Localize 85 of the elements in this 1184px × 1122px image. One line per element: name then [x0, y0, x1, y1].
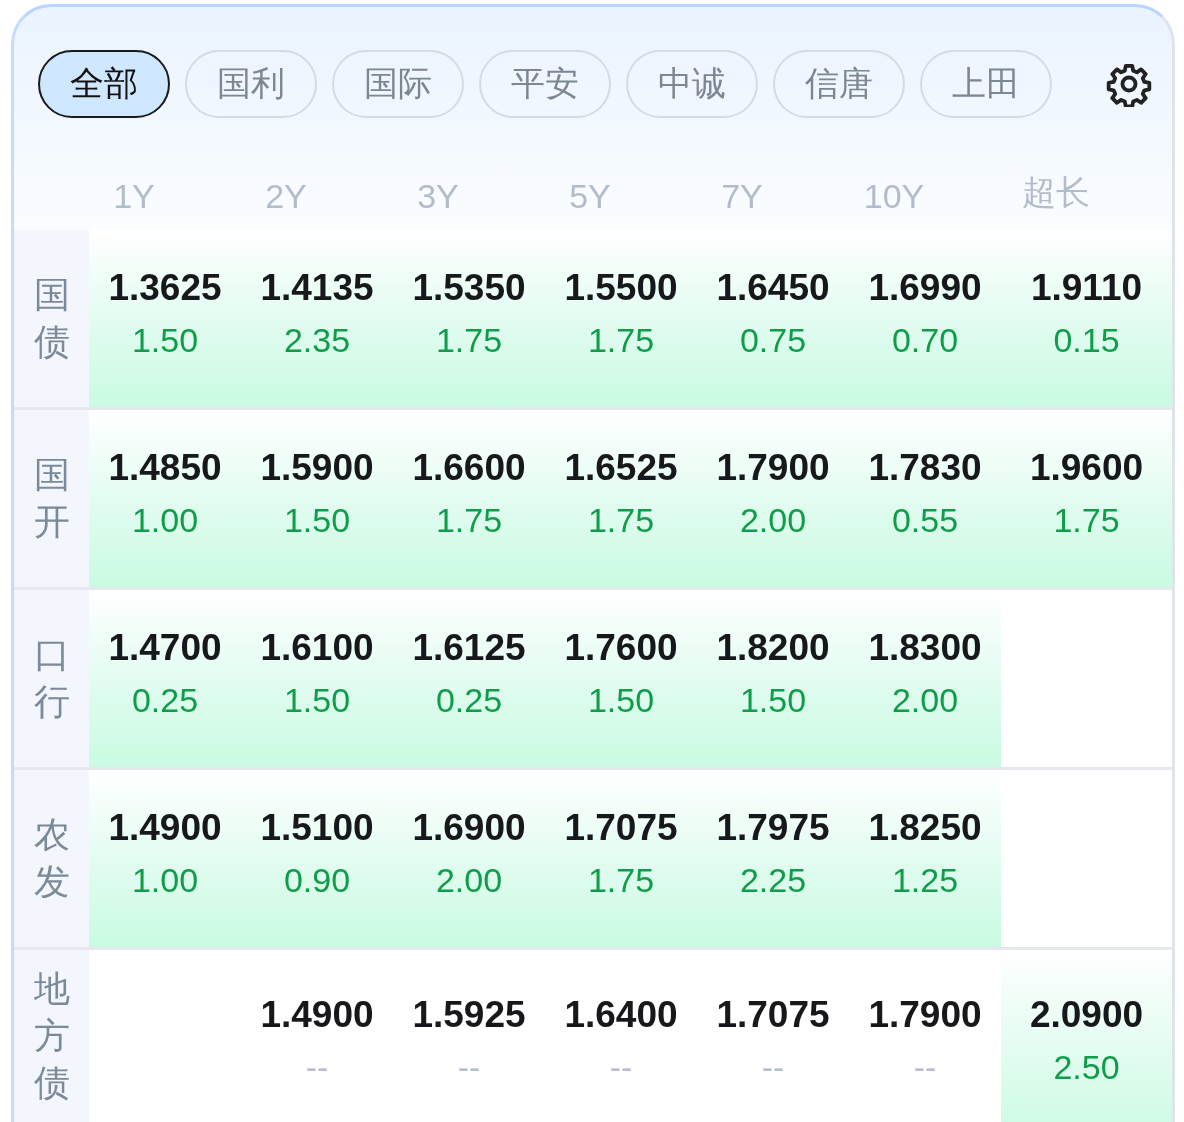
rate-value: 1.6600 [412, 447, 526, 489]
row-label: 地方债 [33, 967, 70, 1105]
rate-change: -- [457, 1048, 481, 1087]
rate-value: 1.6100 [260, 627, 374, 669]
rate-value: 1.6525 [564, 447, 678, 489]
rate-change: 2.00 [891, 681, 959, 720]
rate-change: 2.35 [283, 321, 351, 360]
filter-tab[interactable]: 国际 [332, 50, 464, 118]
rate-value: 1.5500 [564, 267, 678, 309]
rate-value: 1.4850 [108, 447, 222, 489]
settings-button[interactable] [1106, 61, 1152, 107]
row-label: 农发 [33, 812, 70, 904]
filter-tab[interactable]: 平安 [479, 50, 611, 118]
rate-value: 1.7975 [716, 807, 830, 849]
rate-value: 1.7900 [868, 994, 982, 1036]
filter-tab[interactable]: 上田 [920, 50, 1052, 118]
row-label: 国开 [33, 452, 70, 544]
rate-value: 2.0900 [1029, 994, 1144, 1036]
rate-change: 0.25 [435, 681, 503, 720]
column-header: 10Y [863, 177, 925, 216]
rate-change: 0.25 [131, 681, 199, 720]
rate-change: 1.50 [587, 681, 655, 720]
rate-change: 2.50 [1053, 1048, 1120, 1087]
rate-value: 1.6990 [868, 267, 982, 309]
rate-change: 1.00 [131, 501, 199, 540]
rate-change: 0.70 [891, 321, 959, 360]
rate-change: 0.75 [739, 321, 807, 360]
rate-change: 2.00 [435, 861, 503, 900]
rate-value: 1.4900 [260, 994, 374, 1036]
rate-value: 1.4135 [260, 267, 374, 309]
row-label: 国债 [33, 272, 70, 364]
rate-value: 1.4700 [108, 627, 222, 669]
rate-value: 1.7830 [868, 447, 982, 489]
rate-value: 1.5350 [412, 267, 526, 309]
rate-value: 1.5100 [260, 807, 374, 849]
rate-value: 1.7900 [716, 447, 830, 489]
rate-change: 1.00 [131, 861, 199, 900]
rate-value: 1.7075 [564, 807, 678, 849]
rate-value: 1.8200 [716, 627, 830, 669]
rate-value: 1.8300 [868, 627, 982, 669]
rate-change: -- [609, 1048, 633, 1087]
rate-change: 1.50 [131, 321, 199, 360]
rate-change: 0.15 [1053, 321, 1120, 360]
rate-change: -- [305, 1048, 329, 1087]
rate-change: 2.25 [739, 861, 807, 900]
rate-value: 1.8250 [868, 807, 982, 849]
column-header: 7Y [721, 177, 763, 216]
rate-value: 1.7075 [716, 994, 830, 1036]
rate-value: 1.6125 [412, 627, 526, 669]
column-header: 3Y [417, 177, 459, 216]
column-header: 超长 [1021, 172, 1090, 213]
rate-change: 2.00 [739, 501, 807, 540]
filter-tab[interactable]: 全部 [38, 50, 170, 118]
rate-value: 1.9110 [1030, 267, 1143, 309]
rate-change: 1.50 [283, 681, 351, 720]
rate-value: 1.5925 [412, 994, 526, 1036]
rate-change: 1.50 [739, 681, 807, 720]
column-header: 2Y [265, 177, 307, 216]
filter-tab[interactable]: 中诚 [626, 50, 758, 118]
rate-value: 1.6400 [564, 994, 678, 1036]
filter-tab[interactable]: 国利 [185, 50, 317, 118]
rate-value: 1.6900 [412, 807, 526, 849]
rate-value: 1.9600 [1029, 447, 1144, 489]
row-label: 口行 [33, 632, 70, 724]
rate-change: 1.50 [283, 501, 351, 540]
column-header: 5Y [569, 177, 611, 216]
filter-tab[interactable]: 信唐 [773, 50, 905, 118]
rate-change: 1.75 [435, 501, 503, 540]
rate-change: 1.75 [1053, 501, 1120, 540]
column-header: 1Y [113, 177, 155, 216]
settings-icon [1106, 61, 1152, 107]
rate-change: 0.55 [891, 501, 959, 540]
rate-change: 1.75 [587, 861, 655, 900]
rate-value: 1.7600 [564, 627, 678, 669]
rate-change: 1.75 [587, 501, 655, 540]
rate-change: 1.25 [891, 861, 959, 900]
rate-change: 0.90 [283, 861, 351, 900]
rate-value: 1.3625 [108, 267, 222, 309]
rate-value: 1.6450 [716, 267, 830, 309]
rate-change: 1.75 [587, 321, 655, 360]
rate-change: -- [761, 1048, 785, 1087]
rate-value: 1.4900 [108, 807, 222, 849]
rate-value: 1.5900 [260, 447, 374, 489]
rate-change: -- [913, 1048, 937, 1087]
rate-change: 1.75 [435, 321, 503, 360]
